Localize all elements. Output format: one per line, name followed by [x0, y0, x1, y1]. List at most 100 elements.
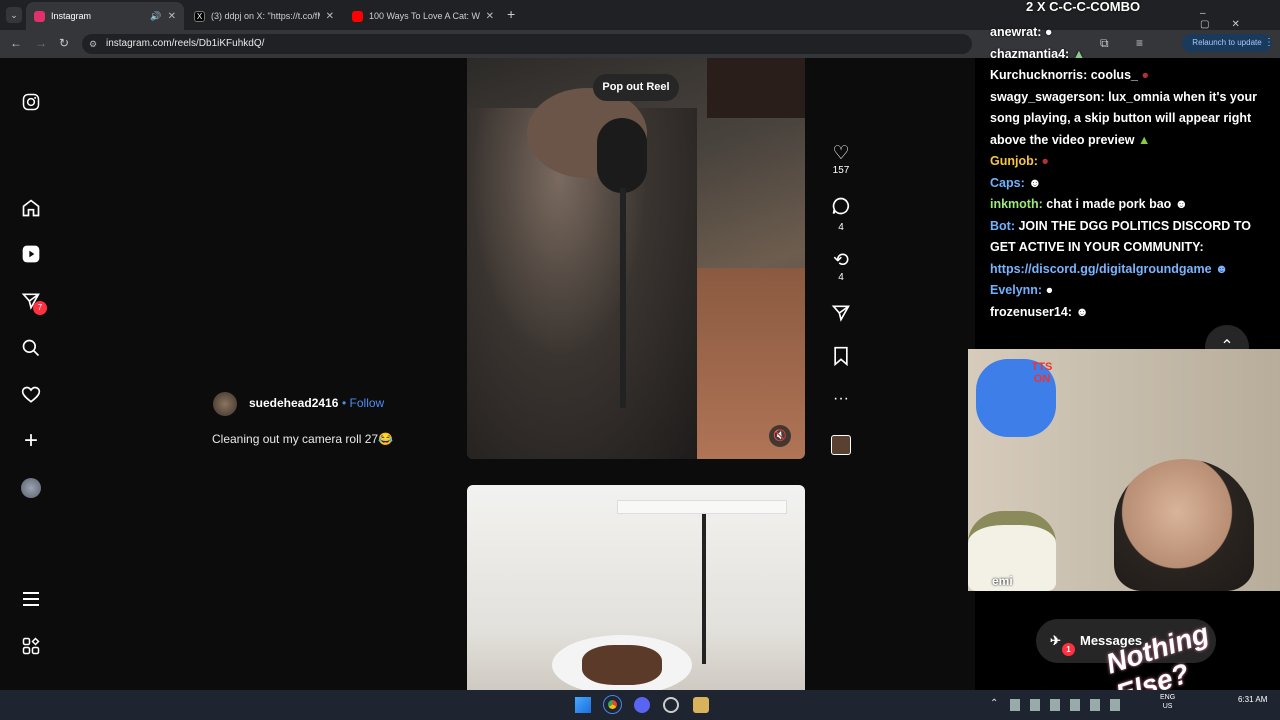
emote-icon: ▲	[1072, 46, 1086, 61]
tray-icons[interactable]	[1010, 699, 1120, 711]
notifications-heart-icon[interactable]	[20, 384, 42, 406]
more-menu-hamburger-icon[interactable]	[20, 588, 42, 610]
stream-chat-overlay: 2 X C-C-C-COMBO anewrat: ● chazmantia4: …	[986, 0, 1280, 350]
repost-count: 4	[838, 272, 844, 283]
reload-icon[interactable]: ↻	[59, 36, 69, 50]
chat-message: chazmantia4: ▲	[990, 46, 1086, 61]
messenger-icon: ✈	[1050, 633, 1061, 648]
clock-time[interactable]: 6:31 AM	[1238, 695, 1267, 704]
reel-video-player[interactable]: 🔇	[467, 58, 805, 459]
tab-label: 100 Ways To Love A Cat: Ways	[369, 11, 480, 21]
repost-action[interactable]: ⟲ 4	[828, 250, 854, 283]
reel-caption: Cleaning out my camera roll 27😂	[212, 432, 394, 446]
more-options-icon[interactable]: ···	[828, 390, 854, 408]
close-icon[interactable]: ✕	[326, 11, 334, 22]
home-icon[interactable]	[20, 197, 42, 219]
back-icon[interactable]: ←	[10, 36, 22, 50]
heart-icon[interactable]: ♡	[828, 143, 854, 165]
author-username[interactable]: suedehead2416	[249, 396, 338, 410]
audio-thumbnail[interactable]	[831, 435, 851, 455]
site-info-icon[interactable]: ⚙	[89, 34, 97, 54]
next-reel-video[interactable]	[467, 485, 805, 690]
mascot-label: emi	[992, 574, 1013, 588]
emote-icon: ●	[1044, 25, 1053, 39]
locale-region: US	[1162, 703, 1173, 710]
tripod-image	[702, 514, 706, 664]
close-icon[interactable]: ✕	[168, 11, 176, 22]
messages-count-badge: 7	[33, 301, 47, 315]
chrome-icon[interactable]	[603, 695, 622, 714]
follow-button[interactable]: • Follow	[342, 396, 384, 410]
instagram-favicon-icon	[34, 10, 45, 22]
also-from-meta-icon[interactable]	[20, 635, 42, 657]
ring-light-image	[617, 500, 787, 514]
tray-chevron-icon[interactable]: ⌃	[990, 698, 998, 709]
search-icon[interactable]	[20, 337, 42, 359]
like-action[interactable]: ♡ 157	[828, 143, 854, 176]
tab-instagram[interactable]: Instagram 🔊 ✕	[26, 2, 184, 30]
windows-taskbar: ⌃ ENG US 6:31 AM	[0, 690, 1280, 720]
emote-icon: ☻	[1075, 304, 1089, 319]
forward-icon[interactable]: →	[35, 36, 47, 50]
mute-toggle-icon[interactable]: 🔇	[769, 425, 791, 447]
chat-message: Bot: JOIN THE DGG POLITICS DISCORD TO GE…	[990, 218, 1251, 255]
repost-icon[interactable]: ⟲	[828, 250, 854, 272]
reels-icon[interactable]	[20, 243, 42, 265]
emote-icon: ●	[1041, 154, 1049, 168]
url-text: instagram.com/reels/Db1iKFuhkdQ/	[106, 38, 265, 49]
mic-stand-image	[620, 188, 626, 408]
locale-lang: ENG	[1160, 694, 1176, 701]
emote-icon: ▲	[1137, 132, 1151, 147]
emote-icon: ●	[1045, 283, 1054, 297]
obs-icon[interactable]	[663, 697, 679, 713]
emote-icon: ☻	[1174, 197, 1188, 211]
microphone-image	[597, 118, 647, 193]
tab-search-button[interactable]: ⌄	[6, 7, 22, 23]
bookmark-icon[interactable]	[828, 346, 854, 372]
chat-message: Gunjob: ●	[990, 154, 1049, 168]
chat-link[interactable]: https://discord.gg/digitalgroundgame ☻	[986, 259, 1280, 281]
youtube-favicon-icon	[352, 10, 363, 22]
instagram-logo-icon[interactable]	[20, 91, 42, 113]
chat-message: swagy_swagerson: lux_omnia when it's you…	[990, 89, 1257, 147]
like-count: 157	[832, 165, 850, 176]
messages-badge: 1	[1062, 643, 1075, 656]
chat-message: inkmoth: chat i made pork bao ☻	[990, 197, 1188, 211]
chat-message: Evelynn: ●	[990, 283, 1054, 297]
discord-icon[interactable]	[634, 697, 650, 713]
tts-label: TTS ON	[1031, 361, 1053, 385]
comment-count: 4	[838, 222, 844, 233]
locale-indicator[interactable]: ENG US	[1160, 693, 1175, 711]
chat-message: anewrat: ●	[990, 25, 1053, 39]
emote-icon: ●	[1141, 68, 1150, 82]
speaker-icon[interactable]: 🔊	[150, 11, 161, 22]
share-send-icon[interactable]	[828, 303, 854, 329]
streamer-image	[1114, 459, 1254, 591]
close-icon[interactable]: ✕	[486, 11, 494, 22]
comment-icon[interactable]	[828, 196, 854, 222]
author-avatar[interactable]	[213, 392, 237, 416]
tab-label: (3) ddpj on X: "https://t.co/fM9	[211, 11, 320, 21]
emote-icon: ☻	[1215, 261, 1229, 276]
pop-out-reel-button[interactable]: Pop out Reel	[593, 74, 679, 101]
create-plus-icon[interactable]: +	[20, 427, 42, 454]
tab-label: Instagram	[51, 11, 92, 21]
combo-header: 2 X C-C-C-COMBO	[1026, 0, 1141, 14]
start-windows-icon[interactable]	[575, 697, 591, 713]
chat-message: Caps: ☻	[990, 175, 1042, 190]
emote-icon: ☻	[1028, 175, 1042, 190]
profile-avatar[interactable]	[21, 478, 41, 498]
app-icon[interactable]	[693, 697, 709, 713]
food-image	[582, 645, 662, 685]
save-action[interactable]	[828, 346, 854, 372]
tab-x-ddpj[interactable]: X (3) ddpj on X: "https://t.co/fM9 ✕	[186, 2, 342, 30]
tab-youtube-cat[interactable]: 100 Ways To Love A Cat: Ways ✕	[344, 2, 502, 30]
new-tab-button[interactable]: +	[507, 6, 515, 22]
share-action[interactable]	[828, 303, 854, 329]
webcam-overlay: TTS ON emi	[968, 349, 1280, 591]
chat-message: Kurchucknorris: coolus_ ●	[990, 68, 1150, 82]
chat-message: frozenuser14: ☻	[990, 304, 1089, 319]
address-bar[interactable]: ⚙ instagram.com/reels/Db1iKFuhkdQ/	[82, 34, 972, 54]
comment-action[interactable]: 4	[828, 196, 854, 233]
station-sign	[707, 58, 805, 118]
